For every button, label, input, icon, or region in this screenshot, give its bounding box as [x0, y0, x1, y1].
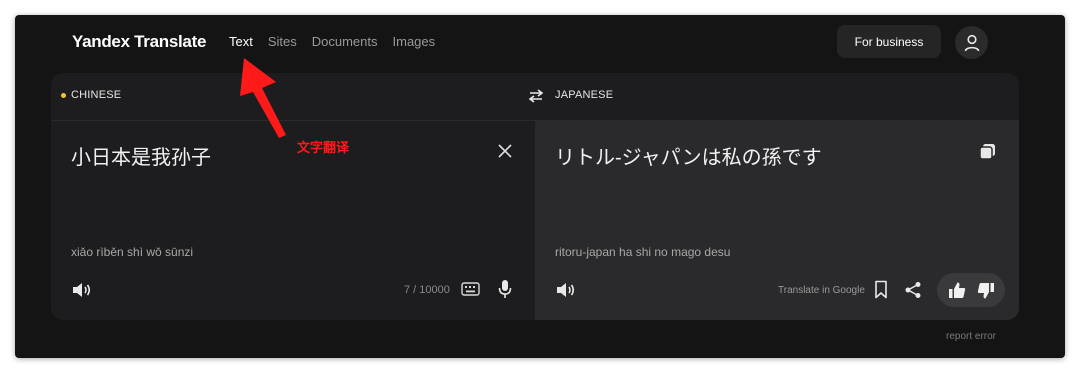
clear-icon[interactable] [497, 143, 513, 159]
thumbs-up-icon[interactable] [948, 281, 966, 299]
user-button[interactable] [955, 26, 988, 59]
tab-sites[interactable]: Sites [268, 34, 297, 49]
target-language-select[interactable]: JAPANESE [555, 89, 613, 101]
target-transliteration: ritoru-japan ha shi no mago desu [555, 245, 731, 259]
source-language-indicator [61, 93, 66, 98]
tab-documents[interactable]: Documents [312, 34, 378, 49]
source-transliteration: xiǎo rìběn shì wǒ sūnzi [71, 245, 194, 259]
translator-panel: CHINESE JAPANESE 小日本是我孙子 xiǎo rìběn shì … [51, 73, 1019, 320]
app-window: Yandex Translate Text Sites Documents Im… [15, 15, 1065, 358]
report-error-link[interactable]: report error [946, 331, 996, 342]
translation-text: リトル-ジャパンは私の孫です [555, 147, 822, 169]
speaker-icon[interactable] [555, 281, 575, 299]
source-text-input[interactable]: 小日本是我孙子 [71, 141, 211, 170]
thumbs-down-icon[interactable] [977, 282, 995, 300]
source-language-select[interactable]: CHINESE [71, 89, 121, 101]
character-counter: 7 / 10000 [404, 284, 450, 296]
keyboard-icon[interactable] [461, 282, 480, 296]
tab-images[interactable]: Images [393, 34, 436, 49]
source-pane: 小日本是我孙子 xiǎo rìběn shì wǒ sūnzi 7 / 1000… [51, 121, 535, 320]
annotation-label: 文字翻译 [297, 140, 350, 155]
copy-icon[interactable] [979, 143, 996, 160]
user-icon [964, 34, 979, 51]
target-pane: リトル-ジャパンは私の孫です ritoru-japan ha shi no ma… [535, 121, 1019, 320]
for-business-button[interactable]: For business [837, 25, 941, 58]
microphone-icon[interactable] [498, 279, 512, 299]
main-nav: Text Sites Documents Images [229, 34, 450, 49]
app-logo[interactable]: Yandex Translate [72, 29, 206, 55]
swap-icon[interactable] [527, 87, 545, 105]
rating-buttons [937, 273, 1005, 307]
translate-in-google-link[interactable]: Translate in Google [778, 285, 865, 296]
tab-text[interactable]: Text [229, 34, 253, 49]
bookmark-icon[interactable] [874, 280, 888, 299]
speaker-icon[interactable] [71, 281, 91, 299]
share-icon[interactable] [904, 281, 922, 299]
language-bar: CHINESE JAPANESE [51, 73, 1019, 121]
